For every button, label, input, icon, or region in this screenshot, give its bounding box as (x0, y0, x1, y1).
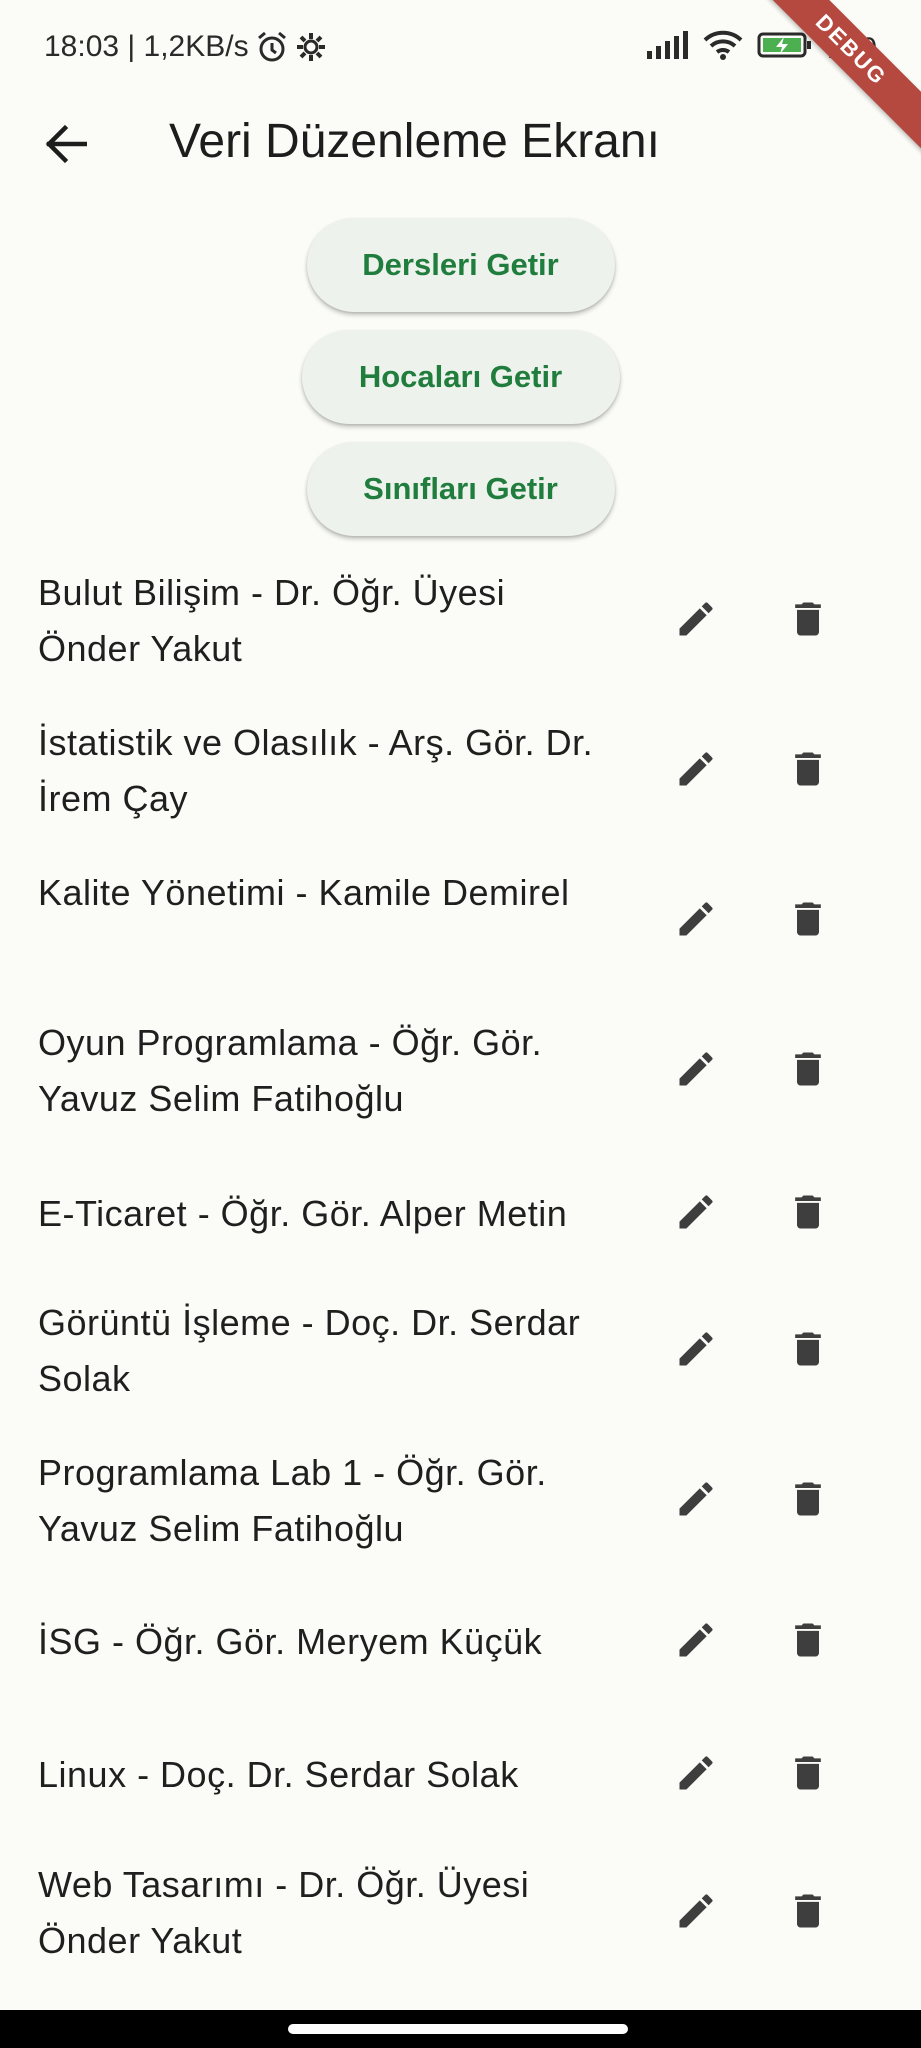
list-item: Bulut Bilişim - Dr. Öğr. Üyesi Önder Yak… (0, 548, 921, 694)
edit-button[interactable] (656, 1461, 736, 1541)
list-item: Oyun Programlama - Öğr. Gör. Yavuz Selim… (0, 998, 921, 1144)
edit-button[interactable] (656, 731, 736, 811)
delete-icon (786, 1189, 830, 1240)
delete-icon (786, 1617, 830, 1668)
delete-button[interactable] (768, 731, 848, 811)
edit-icon (674, 1047, 718, 1096)
edit-button[interactable] (656, 881, 736, 961)
list-item-text: Kalite Yönetimi - Kamile Demirel (38, 872, 570, 913)
edit-button[interactable] (656, 1311, 736, 1391)
delete-button[interactable] (768, 1873, 848, 1953)
delete-icon (786, 1046, 830, 1097)
list-item: Kalite Yönetimi - Kamile Demirel (0, 848, 921, 994)
delete-icon (786, 596, 830, 647)
list-item-text: Programlama Lab 1 - Öğr. Gör. Yavuz Seli… (38, 1452, 547, 1549)
list-item-text: İstatistik ve Olasılık - Arş. Gör. Dr. İ… (38, 722, 594, 819)
delete-icon (786, 896, 830, 947)
settings-gear-icon (295, 31, 327, 63)
page-title: Veri Düzenleme Ekranı (169, 115, 660, 168)
delete-button[interactable] (768, 1311, 848, 1391)
edit-icon (674, 1618, 718, 1667)
list-item: Web Tasarımı - Dr. Öğr. Üyesi Önder Yaku… (0, 1840, 921, 1986)
edit-icon (674, 1190, 718, 1239)
list-item: Görüntü İşleme - Doç. Dr. Serdar Solak (0, 1278, 921, 1424)
list-item-text: Web Tasarımı - Dr. Öğr. Üyesi Önder Yaku… (38, 1864, 530, 1961)
alarm-icon (255, 31, 289, 63)
list-item: Programlama Lab 1 - Öğr. Gör. Yavuz Seli… (0, 1428, 921, 1574)
edit-button[interactable] (656, 581, 736, 661)
delete-button[interactable] (768, 1461, 848, 1541)
edit-icon (674, 1327, 718, 1376)
delete-button[interactable] (768, 1174, 848, 1254)
delete-button[interactable] (768, 881, 848, 961)
edit-icon (674, 1889, 718, 1938)
delete-button[interactable] (768, 1031, 848, 1111)
action-buttons: Dersleri Getir Hocaları Getir Sınıfları … (0, 218, 921, 536)
list-item-text: Bulut Bilişim - Dr. Öğr. Üyesi Önder Yak… (38, 572, 506, 669)
delete-icon (786, 1888, 830, 1939)
edit-button[interactable] (656, 1031, 736, 1111)
delete-icon (786, 1750, 830, 1801)
status-left: 18:03 | 1,2KB/s (44, 30, 327, 64)
edit-button[interactable] (656, 1174, 736, 1254)
edit-icon (674, 1477, 718, 1526)
get-courses-button[interactable]: Dersleri Getir (306, 218, 615, 312)
back-arrow-icon (43, 124, 88, 169)
delete-icon (786, 1326, 830, 1377)
list-item: E-Ticaret - Öğr. Gör. Alper Metin (0, 1148, 921, 1280)
list-item-text: Linux - Doç. Dr. Serdar Solak (38, 1754, 519, 1795)
get-teachers-button[interactable]: Hocaları Getir (301, 330, 620, 424)
get-classes-button[interactable]: Sınıfları Getir (306, 442, 615, 536)
back-button[interactable] (30, 116, 100, 176)
system-nav-bar (0, 2010, 921, 2048)
edit-button[interactable] (656, 1873, 736, 1953)
edit-icon (674, 597, 718, 646)
list-item: İstatistik ve Olasılık - Arş. Gör. Dr. İ… (0, 698, 921, 844)
signal-icon (646, 31, 689, 67)
home-indicator[interactable] (288, 2024, 628, 2034)
status-bar: 18:03 | 1,2KB/s 100 DEBUG (0, 0, 921, 164)
delete-button[interactable] (768, 1735, 848, 1815)
list-item: Linux - Doç. Dr. Serdar Solak (0, 1710, 921, 1840)
status-time-speed: 18:03 | 1,2KB/s (44, 30, 249, 63)
edit-icon (674, 897, 718, 946)
list-item-text: İSG - Öğr. Gör. Meryem Küçük (38, 1621, 543, 1662)
edit-icon (674, 747, 718, 796)
list-item-text: Görüntü İşleme - Doç. Dr. Serdar Solak (38, 1302, 581, 1399)
delete-button[interactable] (768, 1602, 848, 1682)
delete-icon (786, 746, 830, 797)
battery-icon (757, 31, 813, 67)
edit-icon (674, 1751, 718, 1800)
app-bar: Veri Düzenleme Ekranı (0, 100, 921, 190)
edit-button[interactable] (656, 1602, 736, 1682)
delete-button[interactable] (768, 581, 848, 661)
list-item-text: E-Ticaret - Öğr. Gör. Alper Metin (38, 1193, 568, 1234)
delete-icon (786, 1476, 830, 1527)
list-item-text: Oyun Programlama - Öğr. Gör. Yavuz Selim… (38, 1022, 543, 1119)
edit-button[interactable] (656, 1735, 736, 1815)
wifi-icon (703, 30, 743, 68)
list-item: İSG - Öğr. Gör. Meryem Küçük (0, 1578, 921, 1706)
